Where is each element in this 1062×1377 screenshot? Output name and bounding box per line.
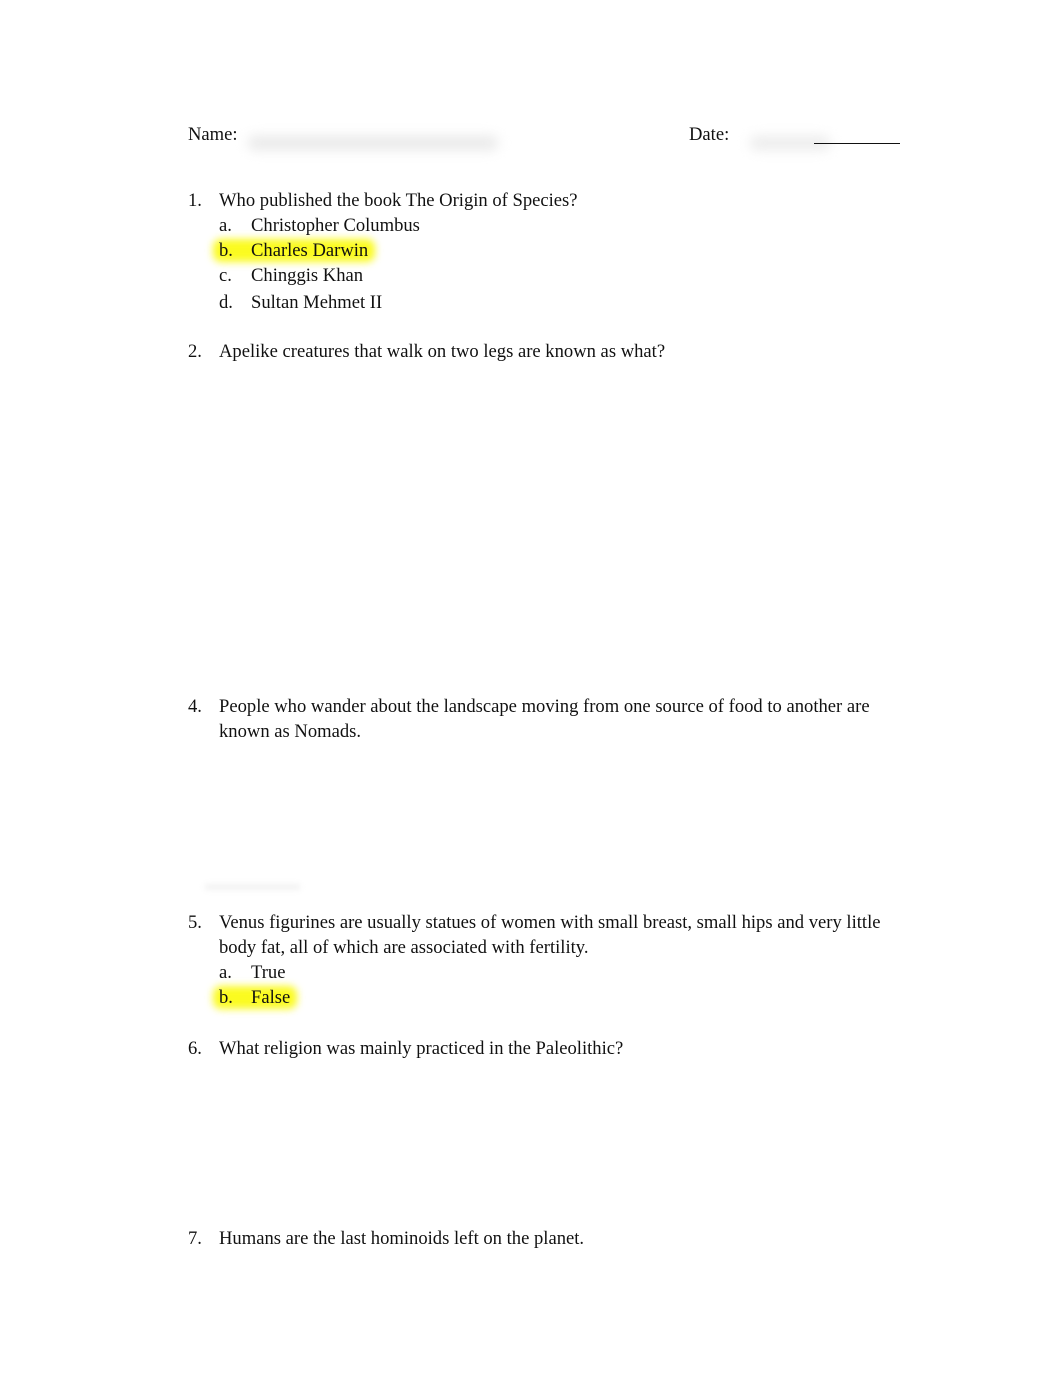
question-number: 7. (188, 1228, 202, 1249)
question-number: 4. (188, 696, 202, 717)
date-underline (814, 143, 900, 144)
option-d: d. Sultan Mehmet II (219, 290, 908, 315)
question-7: 7. Humans are the last hominoids left on… (188, 1226, 908, 1251)
option-b-highlighted: b. False (219, 985, 904, 1010)
option-letter: a. (219, 215, 232, 236)
question-5: 5. Venus figurines are usually statues o… (188, 910, 904, 1010)
question-2: 2. Apelike creatures that walk on two le… (188, 339, 908, 364)
question-text: Humans are the last hominoids left on th… (219, 1228, 585, 1249)
option-a: a. Christopher Columbus (219, 213, 908, 238)
option-letter: b. (219, 987, 233, 1008)
option-letter: b. (219, 240, 233, 261)
question-text: Apelike creatures that walk on two legs … (219, 341, 666, 362)
worksheet-page: Name: Date: 1. Who published the book Th… (0, 0, 1062, 1377)
option-c: c. Chinggis Khan (219, 263, 908, 288)
question-number: 5. (188, 912, 202, 933)
date-label: Date: (689, 124, 730, 145)
option-letter: d. (219, 292, 233, 313)
question-number: 6. (188, 1038, 202, 1059)
question-1: 1. Who published the book The Origin of … (188, 188, 908, 315)
question-text: Venus figurines are usually statues of w… (219, 912, 881, 958)
option-a: a. True (219, 960, 904, 985)
option-text: True (251, 962, 286, 983)
option-text: Charles Darwin (251, 240, 369, 261)
option-b-highlighted: b. Charles Darwin (219, 238, 908, 263)
header-row: Name: Date: (188, 124, 900, 152)
question-number: 2. (188, 341, 202, 362)
option-text: Chinggis Khan (251, 265, 364, 286)
option-text: Sultan Mehmet II (251, 292, 383, 313)
question-text: Who published the book The Origin of Spe… (219, 190, 578, 211)
question-4: 4. People who wander about the landscape… (188, 694, 900, 744)
option-text: False (251, 987, 291, 1008)
question-number: 1. (188, 190, 202, 211)
option-text: Christopher Columbus (251, 215, 420, 236)
name-field-redacted (248, 136, 498, 150)
option-letter: a. (219, 962, 232, 983)
question-6: 6. What religion was mainly practiced in… (188, 1036, 908, 1061)
question-text: What religion was mainly practiced in th… (219, 1038, 624, 1059)
name-label: Name: (188, 124, 238, 145)
redacted-mark (205, 884, 300, 890)
option-letter: c. (219, 265, 232, 286)
question-text: People who wander about the landscape mo… (219, 696, 870, 742)
